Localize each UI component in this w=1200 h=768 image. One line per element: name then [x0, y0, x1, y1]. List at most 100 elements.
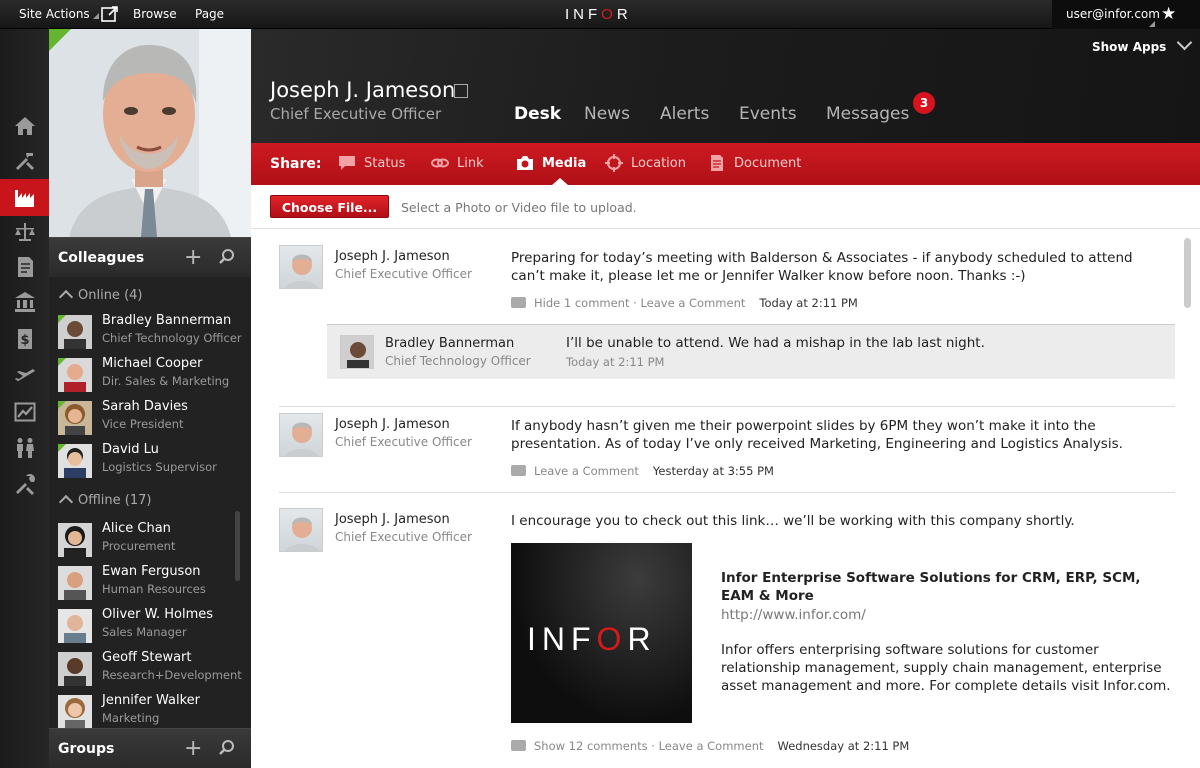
colleague-item[interactable]: Michael Cooper Dir. Sales & Marketing: [58, 354, 243, 394]
share-status-button[interactable]: Status: [339, 156, 405, 171]
link-preview-url[interactable]: http://www.infor.com/: [721, 607, 866, 623]
post-author-name[interactable]: Joseph J. Jameson: [335, 249, 450, 264]
post-author-title: Chief Executive Officer: [335, 435, 472, 449]
link-preview-title[interactable]: Infor Enterprise Software Solutions for …: [721, 569, 1151, 605]
colleague-item[interactable]: Bradley Bannerman Chief Technology Office…: [58, 311, 243, 351]
colleague-item[interactable]: David Lu Logistics Supervisor: [58, 440, 243, 480]
page-menu[interactable]: Page: [195, 7, 224, 21]
top-bar: Site Actions Browse Page INFOR user@info…: [0, 0, 1200, 29]
browse-menu[interactable]: Browse: [133, 7, 177, 21]
post-divider: [279, 406, 1175, 407]
link-chain-icon: [431, 158, 449, 168]
colleague-item[interactable]: Ewan Ferguson Human Resources: [58, 562, 243, 602]
online-group-toggle[interactable]: Online (4): [58, 288, 143, 305]
scales-icon[interactable]: [11, 218, 39, 246]
avatar[interactable]: [279, 508, 323, 552]
favorite-star-icon[interactable]: ★: [1161, 4, 1176, 24]
online-status-indicator: [58, 444, 66, 452]
colleague-name: Jennifer Walker: [102, 693, 200, 708]
edit-profile-icon[interactable]: [454, 84, 468, 98]
people-icon[interactable]: [11, 434, 39, 462]
show-comments-link[interactable]: Show 12 comments: [534, 739, 648, 753]
document-icon: [711, 155, 723, 171]
document-icon[interactable]: [11, 253, 39, 281]
share-location-button[interactable]: Location: [605, 154, 686, 172]
link-preview-image[interactable]: INFOR: [511, 543, 692, 723]
add-group-icon[interactable]: +: [184, 736, 202, 761]
colleague-item[interactable]: Geoff Stewart Research+Development: [58, 648, 243, 688]
colleague-name: Sarah Davies: [102, 399, 188, 414]
feed-scrollbar[interactable]: [1184, 238, 1191, 308]
logo-text-right: R: [627, 621, 657, 657]
leave-comment-link[interactable]: Leave a Comment: [659, 739, 764, 753]
post-meta: Hide 1 comment · Leave a Comment Today at…: [511, 296, 858, 310]
user-menu[interactable]: user@infor.com ★: [1052, 0, 1200, 29]
avatar: [58, 566, 92, 600]
offline-group-toggle[interactable]: Offline (17): [58, 493, 151, 510]
dropdown-triangle-icon: [92, 13, 99, 19]
chart-icon[interactable]: [11, 398, 39, 426]
avatar[interactable]: [279, 413, 323, 457]
share-item-label: Link: [457, 156, 484, 171]
search-colleagues-icon[interactable]: [218, 248, 236, 270]
hide-comments-link[interactable]: Hide 1 comment: [534, 296, 629, 310]
colleagues-scrollbar[interactable]: [235, 511, 240, 581]
home-icon[interactable]: [11, 112, 39, 140]
colleague-title: Logistics Supervisor: [102, 460, 217, 474]
colleague-item[interactable]: Alice Chan Procurement: [58, 519, 243, 559]
avatar: [58, 609, 92, 643]
tab-alerts[interactable]: Alerts: [660, 104, 709, 124]
colleague-name: David Lu: [102, 442, 159, 457]
tab-news[interactable]: News: [584, 104, 630, 124]
share-item-label: Location: [631, 156, 686, 171]
post-author-name[interactable]: Joseph J. Jameson: [335, 417, 450, 432]
feed-post: Joseph J. Jameson Chief Executive Office…: [279, 413, 1175, 483]
comment-author-name[interactable]: Bradley Bannerman: [385, 336, 514, 351]
tab-messages[interactable]: Messages: [826, 104, 909, 124]
plane-icon[interactable]: [11, 363, 39, 391]
online-status-indicator: [58, 401, 66, 409]
bank-icon[interactable]: [11, 288, 39, 316]
online-status-indicator: [58, 315, 66, 323]
logo-text-right: R: [616, 6, 632, 23]
site-actions-menu[interactable]: Site Actions: [19, 7, 99, 21]
share-document-button[interactable]: Document: [711, 155, 802, 171]
colleague-title: Chief Technology Officer: [102, 331, 242, 345]
avatar: [58, 652, 92, 686]
leave-comment-link[interactable]: Leave a Comment: [640, 296, 745, 310]
post-author-title: Chief Executive Officer: [335, 267, 472, 281]
avatar[interactable]: [340, 335, 374, 369]
groups-header: Groups +: [49, 728, 251, 768]
share-media-button[interactable]: Media: [517, 156, 586, 171]
add-colleague-icon[interactable]: +: [184, 245, 202, 270]
post-text: If anybody hasn’t given me their powerpo…: [511, 418, 1123, 452]
colleague-title: Sales Manager: [102, 625, 187, 639]
colleague-item[interactable]: Sarah Davies Vice President: [58, 397, 243, 437]
post-author-name[interactable]: Joseph J. Jameson: [335, 512, 450, 527]
tab-events[interactable]: Events: [739, 104, 797, 124]
profile-photo[interactable]: [49, 29, 251, 237]
site-actions-label: Site Actions: [19, 7, 90, 21]
online-group-label: Online (4): [78, 288, 143, 303]
share-link-button[interactable]: Link: [431, 156, 484, 171]
link-preview-description: Infor offers enterprising software solut…: [721, 642, 1171, 694]
factory-icon[interactable]: [0, 179, 49, 216]
dollar-icon[interactable]: $: [11, 325, 39, 353]
colleague-item[interactable]: Oliver W. Holmes Sales Manager: [58, 605, 243, 645]
choose-file-button[interactable]: Choose File...: [270, 195, 389, 218]
avatar[interactable]: [279, 245, 323, 289]
show-apps-button[interactable]: Show Apps: [1092, 34, 1193, 54]
share-item-label: Document: [734, 156, 802, 171]
tab-desk[interactable]: Desk: [514, 104, 561, 124]
comment-icon: [511, 297, 526, 308]
leave-comment-link[interactable]: Leave a Comment: [534, 464, 639, 478]
post-divider: [279, 492, 1175, 493]
edit-page-icon[interactable]: [101, 5, 119, 26]
tools-icon[interactable]: [11, 147, 39, 175]
search-groups-icon[interactable]: [218, 739, 236, 761]
wrench-icon[interactable]: [11, 471, 39, 499]
colleague-item[interactable]: Jennifer Walker Marketing: [58, 691, 243, 731]
app-icon-rail: $: [0, 29, 49, 768]
colleagues-header: Colleagues +: [49, 237, 251, 277]
colleague-title: Research+Development: [102, 668, 242, 682]
